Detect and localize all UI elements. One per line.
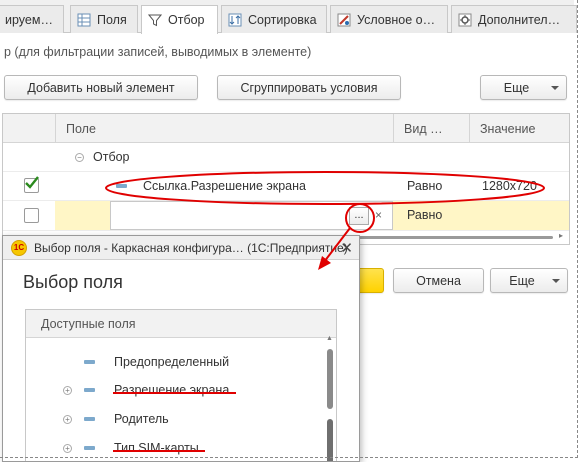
tree-item-label: Родитель bbox=[114, 412, 169, 426]
highlight-underline bbox=[113, 392, 236, 394]
tree-item-label: Предопределенный bbox=[114, 355, 230, 369]
available-fields-tree: Доступные поля Предопределенный + Разреш… bbox=[25, 309, 337, 461]
field-icon bbox=[84, 388, 95, 392]
row-enabled-checkbox[interactable] bbox=[24, 176, 39, 193]
tab-additional[interactable]: Дополнител… bbox=[451, 5, 577, 33]
group-conditions-button[interactable]: Сгруппировать условия bbox=[217, 75, 401, 100]
row-field[interactable]: Ссылка.Разрешение экрана bbox=[143, 172, 306, 200]
tree-item-label: Тип SIM-карты bbox=[114, 441, 199, 455]
settings-icon bbox=[458, 13, 472, 26]
field-icon bbox=[84, 360, 95, 364]
row-comparison[interactable]: Равно bbox=[407, 201, 442, 229]
highlight-underline bbox=[113, 450, 205, 452]
header-label: Поле bbox=[66, 121, 96, 136]
tab-label: Дополнител… bbox=[478, 12, 561, 27]
tab-label: Сортировка bbox=[248, 12, 317, 27]
checkmark-icon bbox=[25, 176, 39, 189]
dialog-window-title: Выбор поля - Каркасная конфигура… (1С:Пр… bbox=[34, 240, 348, 255]
more-menu-button[interactable]: Еще bbox=[480, 75, 567, 100]
header-label: Вид … bbox=[404, 121, 443, 136]
row-comparison[interactable]: Равно bbox=[407, 172, 442, 200]
chevron-down-icon bbox=[551, 86, 559, 90]
collapse-icon[interactable]: − bbox=[75, 143, 84, 171]
tab-label: Условное о… bbox=[357, 12, 436, 27]
button-label: Еще bbox=[503, 80, 530, 95]
scrollbar-thumb[interactable] bbox=[327, 419, 333, 461]
button-label: Сгруппировать условия bbox=[240, 80, 378, 95]
tab-filter[interactable]: Отбор bbox=[141, 5, 218, 34]
scroll-right-icon[interactable]: ▸ bbox=[559, 231, 563, 240]
add-element-button[interactable]: Добавить новый элемент bbox=[4, 75, 198, 100]
clear-icon[interactable]: × bbox=[375, 208, 382, 222]
row-value[interactable]: 1280x720 bbox=[482, 172, 537, 200]
tab-label: ируем… bbox=[5, 12, 53, 27]
expand-icon[interactable]: + bbox=[63, 414, 72, 424]
cancel-button[interactable]: Отмена bbox=[393, 268, 484, 293]
tab-document[interactable]: ируем… bbox=[0, 5, 64, 33]
conditional-format-icon bbox=[337, 13, 351, 26]
tab-sort[interactable]: Сортировка bbox=[221, 5, 327, 33]
column-header-value[interactable]: Значение bbox=[469, 114, 569, 143]
tree-item[interactable]: + Родитель bbox=[26, 405, 324, 433]
dialog-title-bar[interactable]: 1С Выбор поля - Каркасная конфигура… (1С… bbox=[3, 236, 359, 260]
tree-item[interactable]: + Разрешение экрана bbox=[26, 376, 324, 404]
scroll-up-icon[interactable]: ▲ bbox=[326, 335, 333, 342]
tree-item[interactable]: Предопределенный bbox=[26, 348, 324, 376]
field-picker-dialog: 1С Выбор поля - Каркасная конфигура… (1С… bbox=[2, 235, 360, 462]
button-label: Добавить новый элемент bbox=[27, 80, 175, 95]
form-window: ируем… Поля Отбор Сортировка Условное о…… bbox=[0, 0, 581, 462]
tab-bar: ируем… Поля Отбор Сортировка Условное о…… bbox=[0, 0, 577, 34]
close-icon[interactable]: ✕ bbox=[340, 239, 353, 257]
dialog-heading: Выбор поля bbox=[23, 272, 123, 292]
filter-icon bbox=[148, 14, 162, 27]
row-enabled-checkbox[interactable] bbox=[24, 208, 39, 223]
filter-table: Поле Вид … Значение − Отбор Ссылка.Разре… bbox=[2, 113, 570, 245]
tab-label: Отбор bbox=[168, 13, 205, 27]
vertical-scrollbar[interactable]: ▲ bbox=[325, 335, 335, 461]
tab-fields[interactable]: Поля bbox=[70, 5, 138, 33]
column-header-field[interactable]: Поле bbox=[55, 114, 393, 143]
sort-icon bbox=[228, 13, 242, 26]
table-row-editing[interactable]: ... × Равно bbox=[3, 201, 569, 231]
fields-icon bbox=[77, 13, 91, 26]
header-label: Значение bbox=[480, 121, 536, 136]
button-label: Отмена bbox=[416, 273, 461, 288]
group-label: Отбор bbox=[93, 150, 130, 164]
field-icon bbox=[84, 446, 95, 450]
tab-label: Поля bbox=[97, 12, 127, 27]
table-row-group[interactable]: − Отбор bbox=[3, 143, 569, 172]
table-header: Поле Вид … Значение bbox=[3, 114, 569, 143]
tree-item[interactable]: + Тип SIM-карты bbox=[26, 434, 324, 461]
filter-description: р (для фильтрации записей, выводимых в э… bbox=[4, 45, 312, 59]
button-label: Еще bbox=[509, 273, 535, 288]
field-icon bbox=[84, 417, 95, 421]
field-type-icon bbox=[116, 172, 127, 200]
expand-icon[interactable]: + bbox=[63, 385, 72, 395]
select-field-button[interactable]: ... bbox=[349, 207, 369, 225]
tree-header: Доступные поля bbox=[26, 310, 336, 338]
tab-conditional-format[interactable]: Условное о… bbox=[330, 5, 448, 33]
expand-icon[interactable]: + bbox=[63, 443, 72, 453]
app-logo-icon: 1С bbox=[11, 239, 27, 256]
column-header-kind[interactable]: Вид … bbox=[393, 114, 469, 143]
chevron-down-icon bbox=[552, 279, 560, 283]
scrollbar-thumb[interactable] bbox=[327, 349, 333, 409]
tree-item-label: Разрешение экрана bbox=[114, 383, 230, 397]
more-menu-button[interactable]: Еще bbox=[490, 268, 568, 293]
table-row[interactable]: Ссылка.Разрешение экрана Равно 1280x720 bbox=[3, 172, 569, 201]
